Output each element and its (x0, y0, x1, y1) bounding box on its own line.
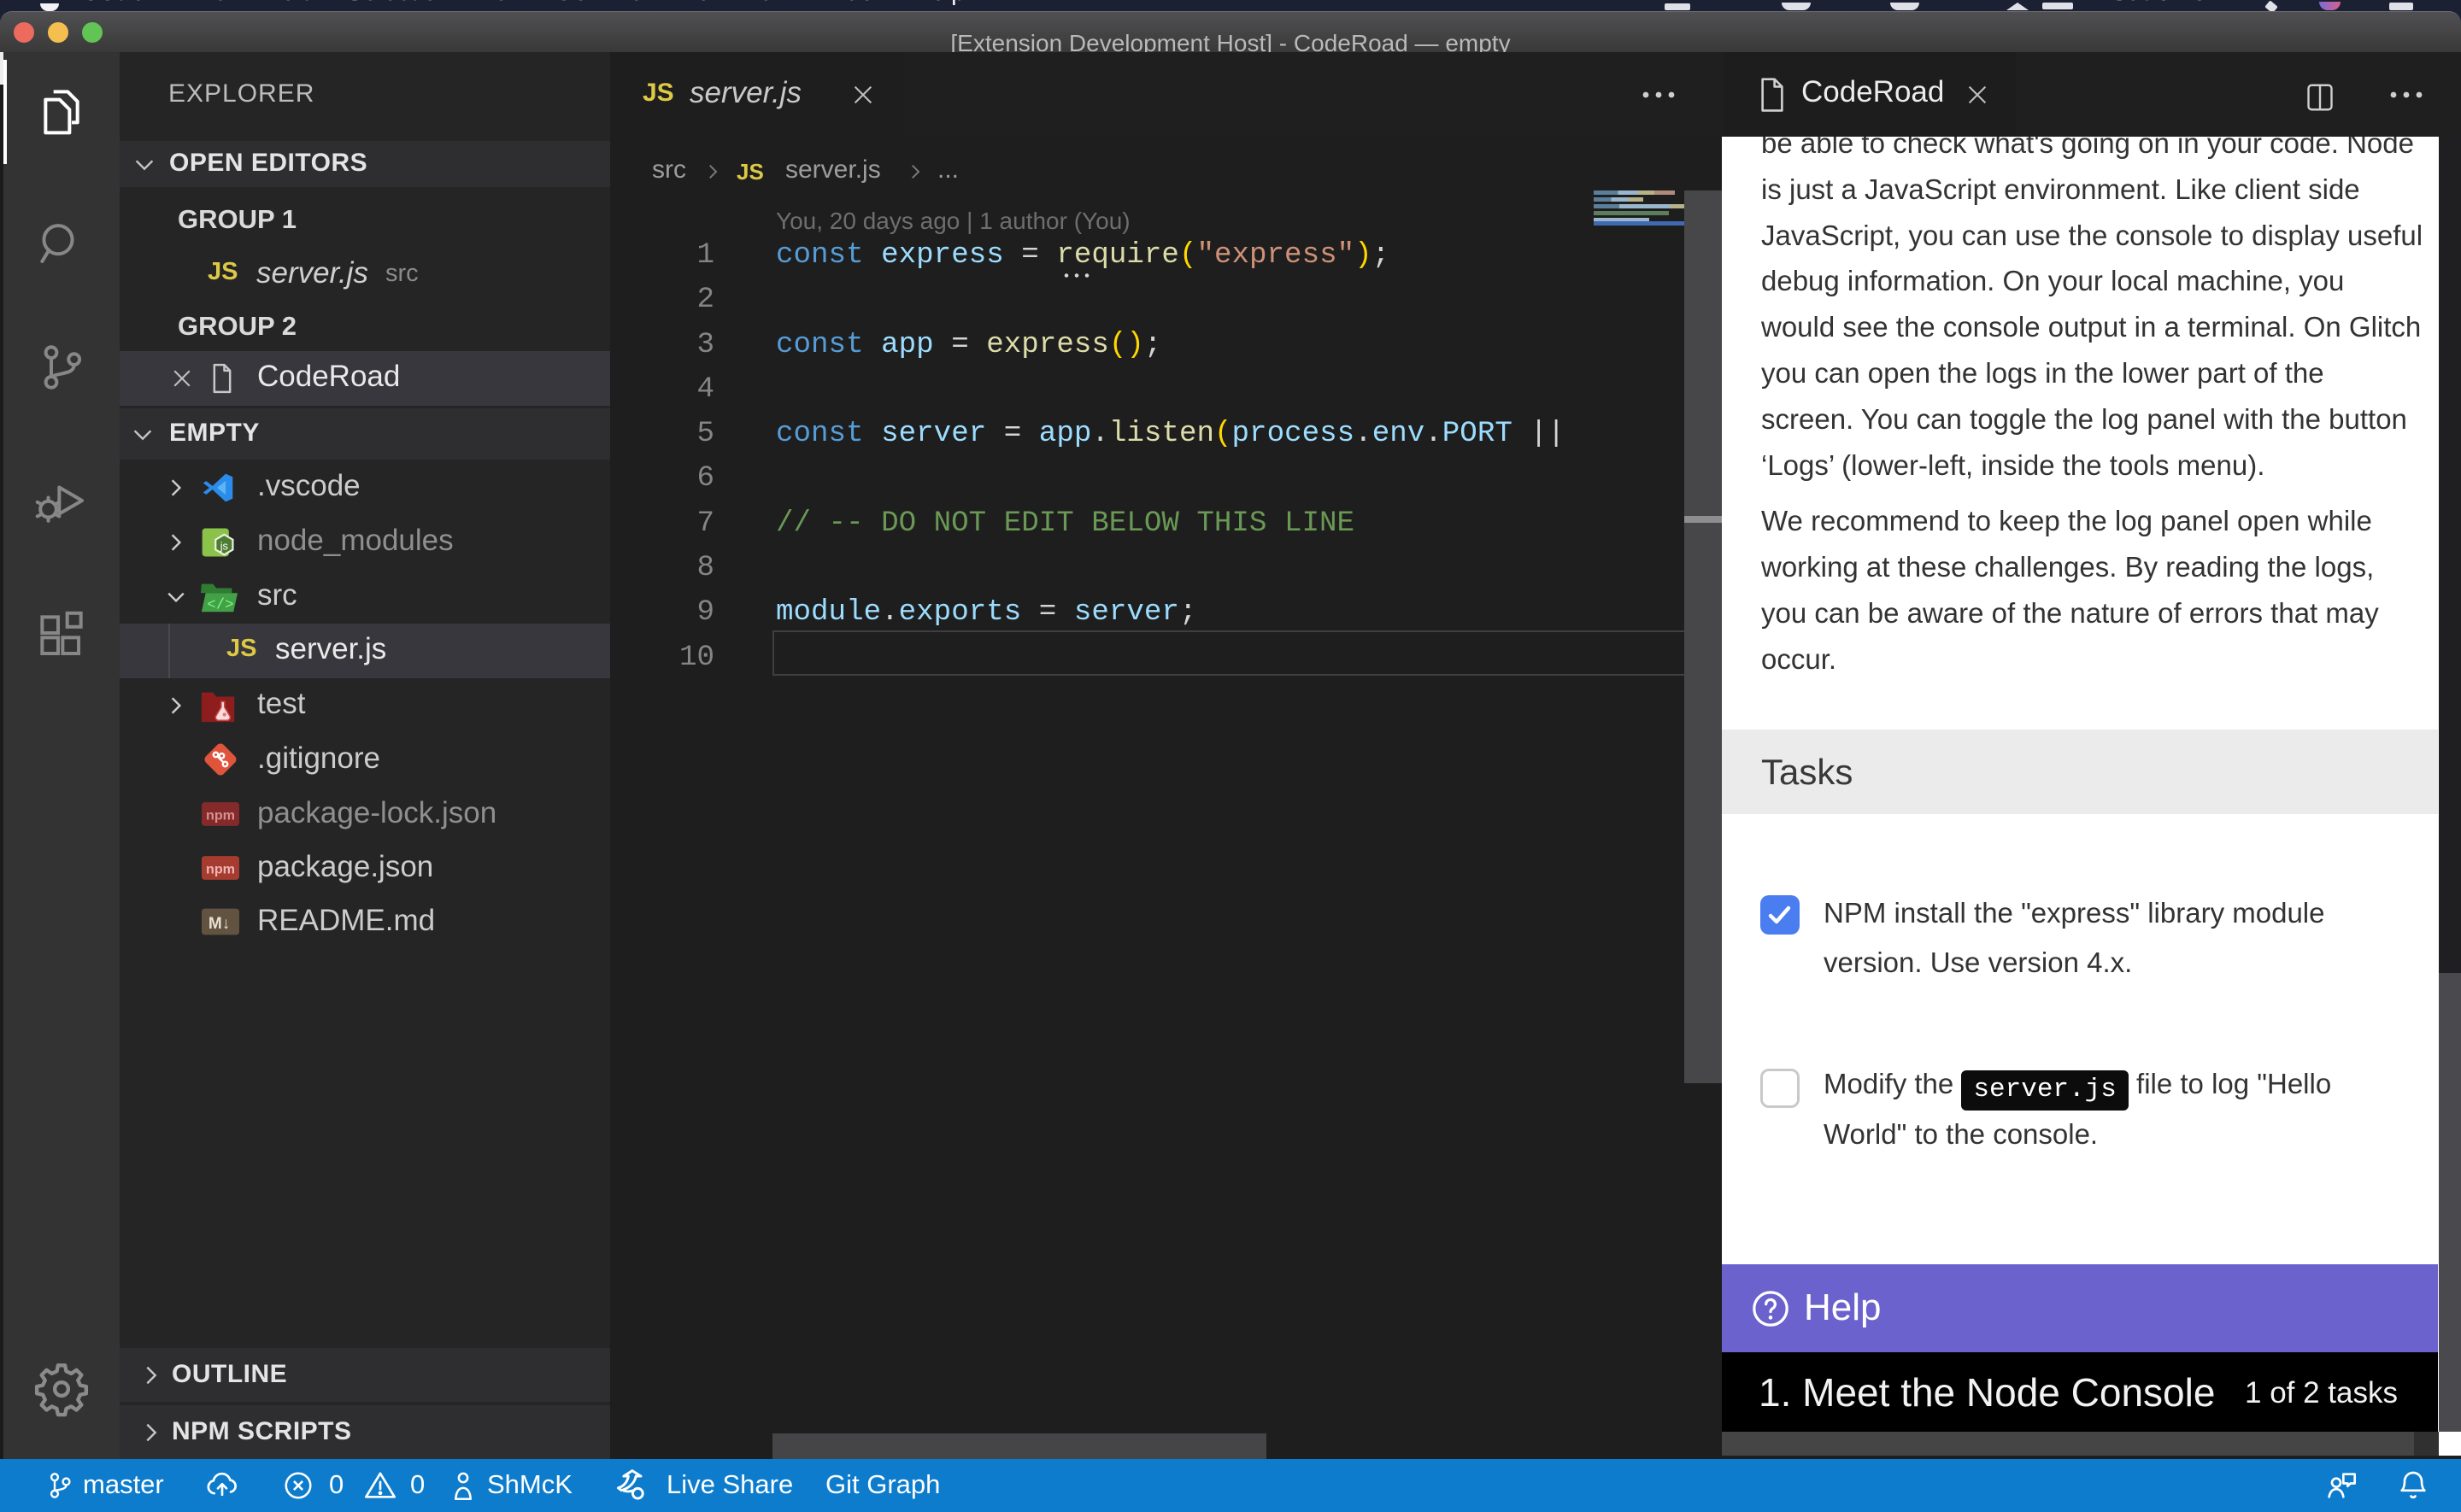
svg-text:M↓: M↓ (209, 915, 230, 933)
svg-text:npm: npm (206, 808, 235, 823)
svg-text:</>: </> (207, 597, 233, 613)
svg-text:js: js (220, 539, 228, 552)
svg-text:npm: npm (206, 862, 235, 877)
